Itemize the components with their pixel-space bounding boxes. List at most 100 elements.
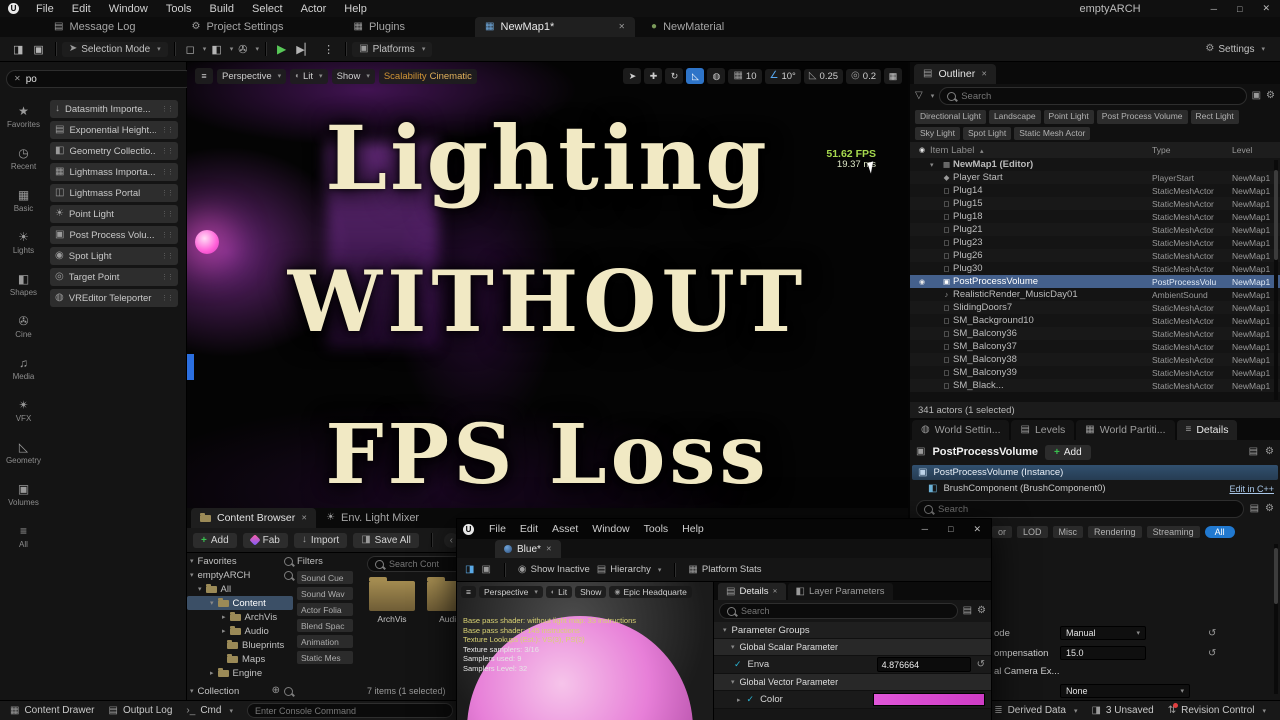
outliner-row[interactable]: ▾ ▦ NewMap1 (Editor) <box>910 158 1280 171</box>
outliner-row[interactable]: ◻ SM_Balcony38 StaticMeshActor NewMap1 <box>910 353 1280 366</box>
material-preview-viewport[interactable]: ≡ Perspective ▾ ◐ Lit Show ◉ Epic Headqu… <box>457 582 713 720</box>
drag-handle-icon[interactable]: ⋮⋮ <box>161 189 174 197</box>
tab-project-settings[interactable]: ⚙ Project Settings <box>182 17 294 37</box>
menu-edit[interactable]: Edit <box>63 3 100 15</box>
filter-funnel-icon[interactable]: ▽ <box>915 91 923 101</box>
filter-chip[interactable]: Rect Light <box>1190 110 1239 124</box>
filter-chip[interactable]: Post Process Volume <box>1096 110 1188 124</box>
none-dropdown[interactable]: None ▾ <box>1060 684 1190 698</box>
tab-content-browser[interactable]: Content Browser ✕ <box>191 508 317 528</box>
outliner-row[interactable]: ◻ Plug18 StaticMeshActor NewMap1 <box>910 210 1280 223</box>
menu-select[interactable]: Select <box>243 3 292 15</box>
console-command-input[interactable]: Enter Console Command <box>246 703 453 718</box>
drag-handle-icon[interactable]: ⋮⋮ <box>161 231 174 239</box>
settings-dropdown[interactable]: ⚙ Settings ▾ <box>1198 42 1272 57</box>
category-cine[interactable]: ✇ Cine <box>0 306 47 348</box>
tree-item-maps[interactable]: Maps <box>187 652 293 666</box>
outliner-scrollbar[interactable] <box>1274 160 1278 400</box>
selection-mode-dropdown[interactable]: ➤ Selection Mode ▾ <box>61 41 168 57</box>
category-chip-all[interactable]: All <box>1204 526 1235 538</box>
tab-world-partition[interactable]: ▦ World Partiti... <box>1076 420 1175 440</box>
outliner-row[interactable]: ◻ SlidingDoors7 StaticMeshActor NewMap1 <box>910 301 1280 314</box>
parameter-checkbox[interactable]: ✓ <box>734 659 742 670</box>
column-level[interactable]: Level <box>1232 145 1280 155</box>
rotate-tool-button[interactable]: ↻ <box>665 68 684 84</box>
category-favorites[interactable]: ★ Favorites <box>0 96 47 138</box>
edit-in-cpp-link[interactable]: Edit in C++ <box>1229 484 1274 494</box>
category-chip[interactable]: LOD <box>1017 526 1048 538</box>
outliner-row[interactable]: ◻ Plug26 StaticMeshActor NewMap1 <box>910 249 1280 262</box>
category-vfx[interactable]: ✴ VFX <box>0 390 47 432</box>
save-icon[interactable]: ◨ <box>8 43 28 56</box>
tree-item-content[interactable]: ▾ Content <box>187 596 293 610</box>
tab-env-light-mixer[interactable]: ☀ Env. Light Mixer <box>316 508 429 528</box>
parameter-checkbox[interactable]: ✓ <box>747 694 755 705</box>
add-actor-button[interactable]: ◻ <box>181 43 200 56</box>
place-item[interactable]: ◎ Target Point ⋮⋮ <box>50 268 178 286</box>
tree-item-engine[interactable]: ▸ Engine <box>187 666 293 680</box>
cinematics-button[interactable]: ✇ <box>233 43 252 56</box>
details-scrollbar[interactable] <box>1274 544 1278 694</box>
scalar-value-input[interactable]: 4.876664 <box>876 657 971 672</box>
add-component-button[interactable]: + Add <box>1045 444 1091 460</box>
grid-snap-control[interactable]: ▦ 10 <box>728 68 762 84</box>
preview-perspective-dropdown[interactable]: Perspective ▾ <box>478 586 543 598</box>
revision-control-dropdown[interactable]: ⇅ Revision Control ▾ <box>1168 703 1266 716</box>
chevron-down-icon[interactable]: ▾ <box>255 45 259 53</box>
collection-header[interactable]: ▾ Collection ⊕ <box>187 684 293 698</box>
import-button[interactable]: ↓ Import <box>293 532 348 548</box>
place-item[interactable]: ◧ Geometry Collectio... ⋮⋮ <box>50 142 178 160</box>
category-geometry[interactable]: ◺ Geometry <box>0 432 47 474</box>
favorites-header[interactable]: ▾ Favorites <box>187 554 293 568</box>
filter-chip[interactable]: Static Mesh Actor <box>1014 126 1091 140</box>
scalability-warning[interactable]: Scalability Cinematic <box>378 68 477 84</box>
scale-snap-control[interactable]: ◺ 0.25 <box>803 68 844 84</box>
metering-mode-dropdown[interactable]: Manual ▾ <box>1060 626 1146 640</box>
menu-file[interactable]: File <box>482 523 513 535</box>
menu-build[interactable]: Build <box>201 3 243 15</box>
category-lights[interactable]: ☀ Lights <box>0 222 47 264</box>
skip-button[interactable]: ▶▏ <box>291 43 318 56</box>
add-asset-button[interactable]: + Add <box>193 532 237 548</box>
outliner-row[interactable]: ◻ Plug14 StaticMeshActor NewMap1 <box>910 184 1280 197</box>
exposure-compensation-input[interactable]: 15.0 <box>1060 646 1146 660</box>
tab-details[interactable]: ≡ Details <box>1176 420 1238 440</box>
close-tab-icon[interactable]: ✕ <box>981 71 987 78</box>
preview-environment-dropdown[interactable]: ◉ Epic Headquarte <box>609 586 692 598</box>
menu-edit[interactable]: Edit <box>513 523 545 535</box>
place-item[interactable]: ↓ Datasmith Importe... ⋮⋮ <box>50 100 178 118</box>
browse-icon[interactable]: ▣ <box>481 564 490 575</box>
close-button[interactable]: ✕ <box>963 524 991 535</box>
place-item[interactable]: ◫ Lightmass Portal ⋮⋮ <box>50 184 178 202</box>
play-button[interactable]: ▶ <box>272 42 291 56</box>
tab-plugins[interactable]: ▦ Plugins <box>344 17 416 37</box>
tab-outliner[interactable]: ▤ Outliner ✕ <box>914 64 997 84</box>
outliner-row[interactable]: ◻ SM_Black... StaticMeshActor NewMap1 <box>910 379 1280 392</box>
outliner-row[interactable]: ◻ SM_Balcony37 StaticMeshActor NewMap1 <box>910 340 1280 353</box>
reset-icon[interactable]: ↺ <box>1208 629 1216 639</box>
tree-item-blueprints[interactable]: Blueprints <box>187 638 293 652</box>
reset-icon[interactable]: ↺ <box>977 659 985 670</box>
instance-row[interactable]: ▣ PostProcessVolume (Instance) <box>912 465 1278 480</box>
menu-help[interactable]: Help <box>675 523 711 535</box>
place-actors-search[interactable]: ✕ po <box>6 70 194 88</box>
tree-item-all[interactable]: ▾ All <box>187 582 293 596</box>
outliner-search-input[interactable]: Search <box>939 87 1247 105</box>
show-dropdown[interactable]: Show ▾ <box>331 68 375 84</box>
tab-newmaterial[interactable]: ● NewMaterial <box>641 17 734 37</box>
eye-icon[interactable]: ◉ <box>914 278 930 286</box>
filter-chip[interactable]: Sound Cue <box>297 571 353 584</box>
place-item[interactable]: ☀ Point Light ⋮⋮ <box>50 205 178 223</box>
cmd-dropdown[interactable]: ›_ Cmd ▾ <box>186 705 233 716</box>
outliner-row-selected[interactable]: ◉ ▣ PostProcessVolume PostProcessVolu NewMap… <box>910 275 1280 288</box>
outliner-row[interactable]: ◆ Player Start PlayerStart NewMap1 <box>910 171 1280 184</box>
column-item-label[interactable]: Item Label ▴ <box>930 145 1152 156</box>
outliner-row[interactable]: ◻ Plug23 StaticMeshActor NewMap1 <box>910 236 1280 249</box>
close-tab-icon[interactable]: ✕ <box>773 589 778 595</box>
outliner-settings-icon[interactable]: ▣ <box>1252 91 1261 101</box>
material-window-titlebar[interactable]: U File Edit Asset Window Tools Help ─ □ … <box>457 519 991 539</box>
filter-icon[interactable]: ▤ <box>963 606 972 616</box>
world-local-toggle[interactable]: ◍ <box>707 68 726 84</box>
tree-item-archvis[interactable]: ▸ ArchVis <box>187 610 293 624</box>
outliner-row[interactable]: ♪ RealisticRender_MusicDay01 AmbientSound N… <box>910 288 1280 301</box>
